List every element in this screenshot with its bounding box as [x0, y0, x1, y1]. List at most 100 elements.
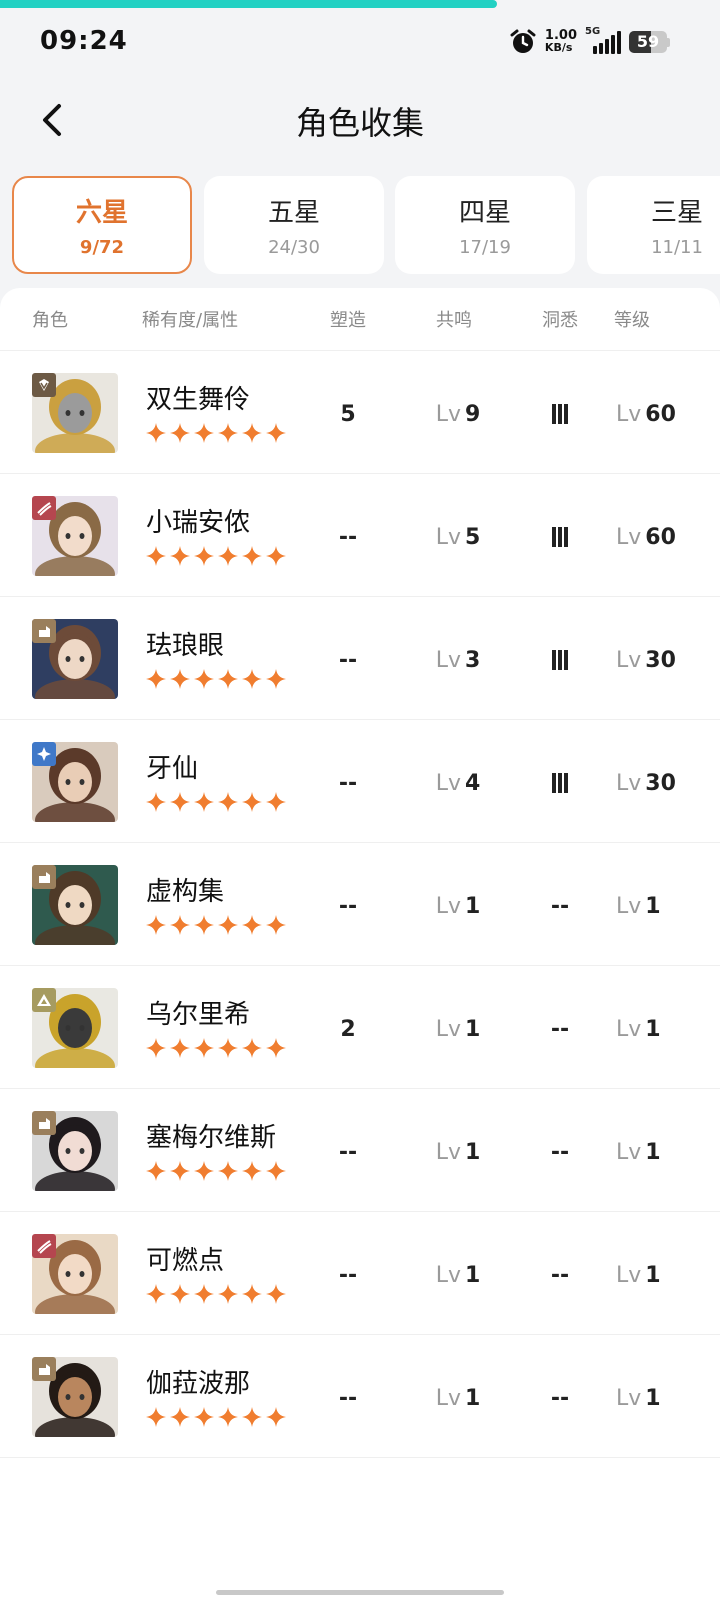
resonance-value: Lv 1	[410, 843, 506, 969]
forge-value: --	[338, 1139, 358, 1165]
level-prefix: Lv	[616, 893, 642, 919]
level-value: Lv 1	[604, 966, 688, 1092]
rarity-stars	[146, 1284, 286, 1304]
star-icon	[194, 1284, 214, 1304]
character-level: 1	[645, 1262, 661, 1288]
resonance-value: Lv 3	[410, 597, 506, 723]
star-icon	[266, 915, 286, 935]
level-prefix: Lv	[616, 1385, 642, 1411]
forge-value: 2	[340, 1016, 356, 1042]
level-prefix: Lv	[616, 770, 642, 796]
level-prefix: Lv	[616, 1262, 642, 1288]
rarity-stars	[146, 1407, 286, 1427]
net-speed: 1.00 KB/s	[545, 29, 577, 54]
column-header-level: 等级	[614, 310, 650, 331]
level-value: Lv 1	[604, 1335, 688, 1461]
character-row[interactable]: 双生舞伶 5 Lv 9 Lv 60	[0, 350, 720, 476]
home-indicator[interactable]	[216, 1590, 504, 1595]
mineral-attribute-icon	[32, 988, 56, 1012]
star-icon	[146, 669, 166, 689]
level-prefix: Lv	[616, 1139, 642, 1165]
star-icon	[266, 669, 286, 689]
forge-value: --	[338, 1385, 358, 1411]
star-icon	[170, 1284, 190, 1304]
star-icon	[146, 1038, 166, 1058]
resonance-value: Lv 9	[410, 351, 506, 477]
star-icon	[242, 669, 262, 689]
star-icon	[266, 1284, 286, 1304]
character-level: 30	[645, 770, 676, 796]
insight-stage-icon	[528, 351, 592, 477]
star-icon	[194, 1038, 214, 1058]
star-icon	[218, 1284, 238, 1304]
star-icon	[146, 1407, 166, 1427]
rarity-stars	[146, 546, 286, 566]
forge-value: --	[338, 524, 358, 550]
star-icon	[242, 546, 262, 566]
level-prefix: Lv	[435, 647, 461, 673]
character-row[interactable]: 乌尔里希 2 Lv 1 -- Lv 1	[0, 965, 720, 1091]
tab-four-star[interactable]: 四星 17/19	[395, 176, 575, 274]
star-icon	[194, 423, 214, 443]
plant-attribute-icon	[32, 1111, 56, 1135]
star-icon	[218, 1161, 238, 1181]
star-icon	[218, 915, 238, 935]
signal-icon: 5G	[585, 26, 621, 54]
plant-attribute-icon	[32, 865, 56, 889]
star-icon	[194, 1407, 214, 1427]
resonance-level: 1	[464, 893, 481, 919]
column-header-character: 角色	[32, 310, 68, 331]
character-row[interactable]: 虚构集 -- Lv 1 -- Lv 1	[0, 842, 720, 968]
star-icon	[170, 1407, 190, 1427]
resonance-level: 1	[464, 1262, 481, 1288]
tab-five-star[interactable]: 五星 24/30	[204, 176, 384, 274]
rarity-tabs: 六星 9/72 五星 24/30 四星 17/19 三星 11/11	[12, 176, 720, 276]
star-icon	[266, 1161, 286, 1181]
tab-count: 9/72	[79, 237, 125, 258]
character-row[interactable]: 牙仙 -- Lv 4 Lv 30	[0, 719, 720, 845]
level-prefix: Lv	[616, 401, 642, 427]
character-name: 塞梅尔维斯	[146, 1123, 277, 1153]
star-icon	[170, 1161, 190, 1181]
insight-value: --	[550, 1385, 570, 1411]
insight-three-icon	[552, 404, 568, 424]
resonance-value: Lv 5	[410, 474, 506, 600]
star-icon	[194, 1161, 214, 1181]
level-prefix: Lv	[435, 1385, 461, 1411]
level-prefix: Lv	[435, 1262, 461, 1288]
star-icon	[146, 1161, 166, 1181]
character-row[interactable]: 塞梅尔维斯 -- Lv 1 -- Lv 1	[0, 1088, 720, 1214]
character-row[interactable]: 珐琅眼 -- Lv 3 Lv 30	[0, 596, 720, 722]
character-name: 虚构集	[146, 877, 225, 907]
resonance-level: 3	[464, 647, 481, 673]
character-row[interactable]: 小瑞安侬 -- Lv 5 Lv 60	[0, 473, 720, 599]
level-value: Lv 30	[604, 720, 688, 846]
star-icon	[170, 792, 190, 812]
level-value: Lv 60	[604, 474, 688, 600]
star-icon	[242, 1284, 262, 1304]
rarity-stars	[146, 423, 286, 443]
tab-six-star[interactable]: 六星 9/72	[12, 176, 192, 274]
insight-stage-icon	[528, 474, 592, 600]
insight-value: --	[550, 1016, 570, 1042]
list-end-divider	[0, 1457, 720, 1458]
plant-attribute-icon	[32, 1357, 56, 1381]
star-icon	[218, 546, 238, 566]
character-row[interactable]: 伽菈波那 -- Lv 1 -- Lv 1	[0, 1334, 720, 1460]
star-icon	[170, 1038, 190, 1058]
star-icon	[242, 792, 262, 812]
level-prefix: Lv	[435, 1016, 461, 1042]
rarity-stars	[146, 1161, 286, 1181]
resonance-value: Lv 4	[410, 720, 506, 846]
star-icon	[146, 423, 166, 443]
resonance-value: Lv 1	[410, 966, 506, 1092]
tab-count: 24/30	[268, 237, 320, 258]
forge-value: --	[338, 647, 358, 673]
tab-three-star[interactable]: 三星 11/11	[587, 176, 720, 274]
rarity-stars	[146, 1038, 286, 1058]
level-prefix: Lv	[616, 1016, 642, 1042]
character-level: 30	[645, 647, 676, 673]
level-prefix: Lv	[435, 1139, 461, 1165]
character-row[interactable]: 可燃点 -- Lv 1 -- Lv 1	[0, 1211, 720, 1337]
character-list-panel: 角色 稀有度/属性 塑造 共鸣 洞悉 等级 双生舞伶 5 Lv 9 Lv 60 小瑞安侬 --…	[0, 288, 720, 1600]
